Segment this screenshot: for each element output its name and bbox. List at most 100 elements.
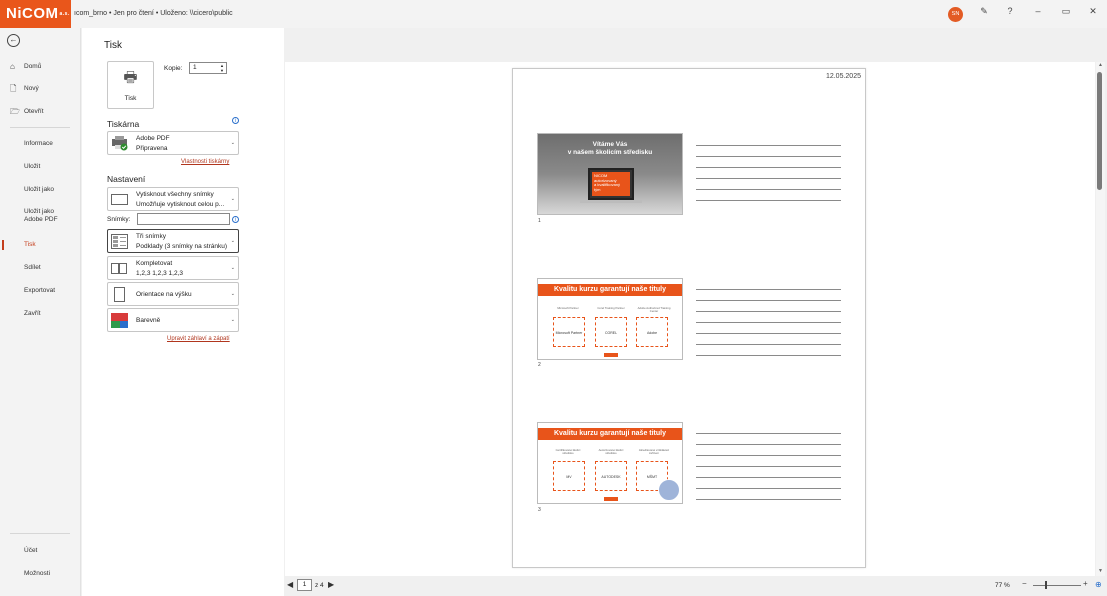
zoom-slider[interactable] [1033, 585, 1081, 586]
open-folder-icon: 🗁 [10, 107, 20, 116]
slide-thumbnail: Kvalitu kurzu garantují naše tituly Micr… [537, 278, 683, 360]
nav-divider [10, 127, 70, 128]
close-button[interactable]: ✕ [1085, 6, 1101, 17]
laptop-image: NICOM autorizovaný a kvalifikovaný tým [588, 168, 634, 200]
document-title: ıcom_brno • Jen pro čtení • Uloženo: \\c… [74, 10, 233, 17]
nav-divider [10, 533, 70, 534]
nav-options[interactable]: Možnosti [0, 565, 80, 583]
help-button[interactable]: ? [1002, 6, 1018, 16]
nav-close[interactable]: Zavřít [0, 305, 80, 323]
new-file-icon: 🗋 [10, 84, 17, 93]
slide-number: 2 [538, 362, 541, 368]
slides-input[interactable] [137, 213, 230, 225]
page-total: z 4 [315, 582, 324, 589]
edit-header-footer-link[interactable]: Upravit záhlaví a zápatí [167, 336, 230, 342]
slide-number: 3 [538, 507, 541, 513]
chevron-down-icon: ⌄ [230, 140, 235, 146]
preview-status-bar: ◀ 1 z 4 ▶ 77 % − + ⊕ [285, 576, 1107, 596]
nav-account[interactable]: Účet [0, 542, 80, 560]
nav-new[interactable]: 🗋 Nový [0, 80, 80, 98]
home-icon: ⌂ [10, 62, 15, 71]
all-slides-icon [111, 194, 128, 205]
layout-dropdown[interactable]: Tři snímky Podklady (3 snímky na stránku… [107, 229, 239, 253]
print-button[interactable]: 🖶 Tisk [107, 61, 154, 109]
chevron-down-icon: ⌄ [230, 196, 235, 202]
printer-properties-link[interactable]: Vlastnosti tiskárny [181, 159, 229, 165]
page-number-input[interactable]: 1 [297, 579, 312, 591]
chevron-down-icon: ⌄ [230, 238, 235, 244]
slide-footer-logo [604, 353, 618, 357]
printer-icon: 🖶 [123, 69, 138, 86]
presenter-avatar [658, 479, 680, 501]
portrait-orientation-icon [114, 287, 125, 302]
copies-label: Kopie: [164, 65, 183, 72]
nav-info[interactable]: Informace [0, 135, 80, 153]
nav-save-as[interactable]: Uložit jako [0, 181, 80, 199]
preview-scrollbar[interactable]: ▲ ▼ [1096, 62, 1105, 576]
printer-ready-icon [112, 136, 128, 151]
slide-footer-logo [604, 497, 618, 501]
nav-save[interactable]: Uložit [0, 158, 80, 176]
previous-page-icon[interactable]: ◀ [287, 580, 293, 589]
fit-to-window-icon[interactable]: ⊕ [1095, 580, 1102, 589]
chevron-down-icon: ⌄ [230, 317, 235, 323]
next-page-icon[interactable]: ▶ [328, 580, 334, 589]
notes-lines [696, 433, 841, 510]
chevron-down-icon: ⌄ [230, 265, 235, 271]
settings-heading: Nastavení [107, 174, 146, 184]
nav-print[interactable]: Tisk [0, 236, 80, 254]
collate-icon [111, 263, 127, 274]
slide-title: Kvalitu kurzu garantují naše tituly [538, 284, 682, 296]
back-arrow-icon[interactable]: ← [7, 34, 20, 47]
print-range-dropdown[interactable]: Vytisknout všechny snímky Umožňuje vytis… [107, 187, 239, 211]
spinner-arrows-icon[interactable]: ▲ ▼ [220, 63, 224, 73]
restore-button[interactable]: ▭ [1058, 6, 1074, 17]
pen-icon[interactable]: ✎ [976, 6, 992, 17]
partner-logo: MV [553, 461, 585, 491]
slide-title: Vítáme Vás v našem školicím středisku [567, 141, 653, 156]
print-settings-panel: Tisk 🖶 Tisk Kopie: 1 ▲ ▼ Tiskárna i Adobe … [82, 28, 284, 596]
laptop-base [580, 200, 642, 203]
zoom-slider-thumb[interactable] [1045, 581, 1047, 589]
nav-save-as-pdf[interactable]: Uložit jako Adobe PDF [0, 208, 70, 230]
minimize-button[interactable]: – [1030, 6, 1046, 16]
page-date: 12.05.2025 [825, 73, 861, 80]
nav-open[interactable]: 🗁 Otevřít [0, 103, 80, 121]
preview-page: 12.05.2025 Vítáme Vás v našem školicím s… [512, 68, 866, 568]
notes-lines [696, 289, 841, 366]
slide-title: Kvalitu kurzu garantují naše tituly [538, 428, 682, 440]
scroll-down-icon[interactable]: ▼ [1098, 568, 1103, 574]
zoom-level[interactable]: 77 % [995, 582, 1010, 589]
nav-share[interactable]: Sdílet [0, 259, 80, 277]
collate-dropdown[interactable]: Kompletovat 1,2,3 1,2,3 1,2,3 ⌄ [107, 256, 239, 280]
color-dropdown[interactable]: Barevně ⌄ [107, 308, 239, 332]
partner-logo: Microsoft Partner [553, 317, 585, 347]
orientation-dropdown[interactable]: Orientace na výšku ⌄ [107, 282, 239, 306]
user-avatar[interactable]: SN [948, 7, 963, 22]
partner-logo: AUTODESK [595, 461, 627, 491]
zoom-in-button[interactable]: + [1083, 579, 1088, 588]
title-bar: NiCOMa.s. ıcom_brno • Jen pro čtení • Ul… [0, 0, 1107, 28]
nav-home[interactable]: ⌂ Domů [0, 58, 80, 76]
scrollbar-thumb[interactable] [1097, 72, 1102, 190]
zoom-out-button[interactable]: − [1022, 579, 1027, 588]
three-slides-handout-icon [111, 234, 128, 249]
chevron-down-icon: ⌄ [230, 291, 235, 297]
slide-thumbnail: Vítáme Vás v našem školicím středisku NI… [537, 133, 683, 215]
partner-logo: Adobe [636, 317, 668, 347]
notes-lines [696, 145, 841, 211]
page-title: Tisk [104, 40, 122, 51]
scroll-up-icon[interactable]: ▲ [1098, 62, 1103, 68]
info-icon[interactable]: i [232, 216, 239, 223]
partner-logo: COREL [595, 317, 627, 347]
backstage-nav: ← ⌂ Domů 🗋 Nový 🗁 Otevřít Informace Uložit … [0, 28, 81, 596]
color-mode-icon [111, 313, 128, 328]
info-icon[interactable]: i [232, 117, 239, 124]
copies-stepper[interactable]: 1 ▲ ▼ [189, 62, 227, 74]
printer-heading: Tiskárna [107, 119, 140, 129]
nicom-logo: NiCOMa.s. [0, 0, 71, 28]
nav-export[interactable]: Exportovat [0, 282, 80, 300]
slide-thumbnail: Kvalitu kurzu garantují naše tituly Cert… [537, 422, 683, 504]
printer-dropdown[interactable]: Adobe PDF Připravena ⌄ [107, 131, 239, 155]
slides-label: Snímky: [107, 216, 131, 223]
